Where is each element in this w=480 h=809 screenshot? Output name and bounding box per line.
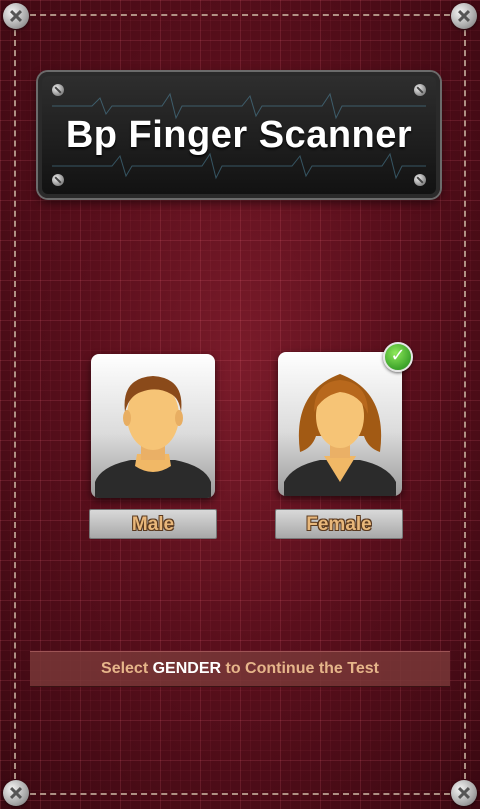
top-stitch: [30, 14, 450, 16]
screw-icon: [52, 84, 64, 96]
male-card[interactable]: [91, 354, 215, 498]
title-plate: Bp Finger Scanner: [38, 72, 440, 198]
checkmark-icon: ✓: [383, 342, 413, 372]
instruction-prefix: Select: [101, 660, 153, 677]
right-stitch: [464, 30, 466, 779]
instruction-suffix: to Continue the Test: [221, 660, 379, 677]
female-avatar-icon: [284, 374, 396, 496]
screw-icon: [52, 174, 64, 186]
bottom-stitch: [30, 793, 450, 795]
male-label-button[interactable]: Male: [89, 509, 217, 539]
instruction-emphasis: GENDER: [152, 660, 222, 677]
screw-icon: [414, 174, 426, 186]
female-label-button[interactable]: Female: [275, 509, 403, 539]
left-stitch: [14, 30, 16, 779]
screw-icon: [3, 780, 29, 806]
screw-icon: [451, 3, 477, 29]
female-card[interactable]: [278, 352, 402, 496]
instruction-bar: Select GENDER to Continue the Test: [30, 651, 450, 687]
screw-icon: [414, 84, 426, 96]
male-avatar-icon: [95, 376, 211, 498]
screw-icon: [3, 3, 29, 29]
app-title: Bp Finger Scanner: [65, 114, 413, 156]
screw-icon: [451, 780, 477, 806]
